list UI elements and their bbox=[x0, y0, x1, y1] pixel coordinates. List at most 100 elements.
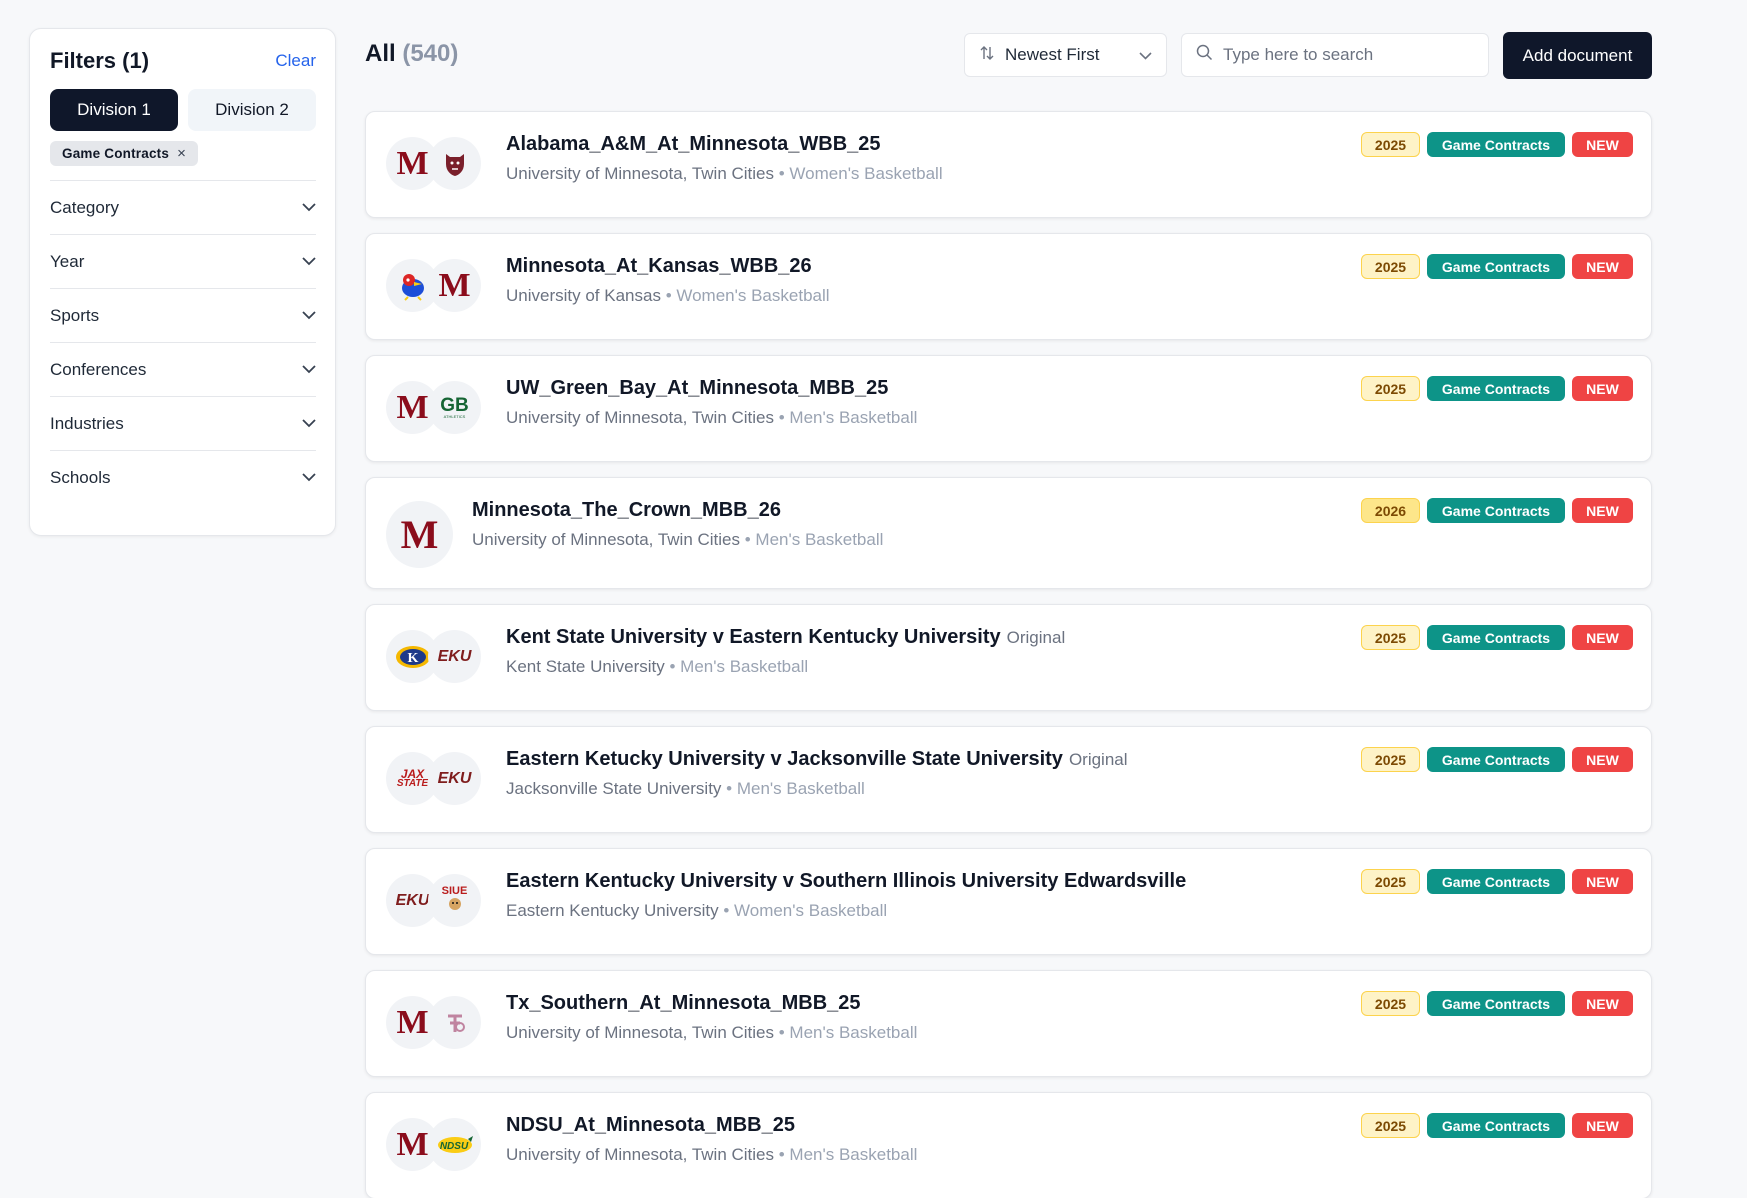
ndsu-logo: NDSU bbox=[428, 1118, 481, 1171]
minnesota-mark: M bbox=[396, 388, 429, 426]
new-badge: NEW bbox=[1572, 991, 1633, 1016]
minnesota-mark: M bbox=[396, 1125, 429, 1163]
document-title[interactable]: Minnesota_The_Crown_MBB_26 bbox=[472, 499, 883, 522]
filter-sports[interactable]: Sports bbox=[50, 288, 316, 342]
siue-text: SIUE bbox=[441, 885, 468, 897]
new-badge: NEW bbox=[1572, 869, 1633, 894]
document-card[interactable]: K EKU Kent State University v Eastern Ke… bbox=[365, 604, 1652, 711]
page-title-label: All bbox=[365, 40, 396, 67]
category-badge: Game Contracts bbox=[1427, 132, 1565, 157]
school-name: University of Kansas bbox=[506, 286, 661, 305]
minnesota-mark: M bbox=[400, 512, 439, 557]
sort-select[interactable]: Newest First bbox=[964, 33, 1167, 77]
document-info: UW_Green_Bay_At_Minnesota_MBB_25 Univers… bbox=[506, 377, 917, 428]
texas-southern-mark bbox=[447, 1014, 465, 1032]
document-title[interactable]: Eastern Ketucky University v Jacksonvill… bbox=[506, 748, 1128, 771]
year-badge: 2026 bbox=[1361, 498, 1420, 523]
eku-logo: EKU bbox=[428, 752, 481, 805]
minnesota-mark: M bbox=[396, 1003, 429, 1041]
search-input[interactable] bbox=[1223, 45, 1474, 65]
division-1-button[interactable]: Division 1 bbox=[50, 89, 178, 131]
sort-label: Newest First bbox=[1005, 45, 1100, 64]
document-card[interactable]: M Minnesota_The_Crown_MBB_26 University … bbox=[365, 477, 1652, 589]
category-badge: Game Contracts bbox=[1427, 747, 1565, 772]
chevron-down-icon bbox=[302, 257, 316, 266]
eku-logo: EKU bbox=[428, 630, 481, 683]
title-text: Kent State University v Eastern Kentucky… bbox=[506, 626, 1001, 648]
category-badge: Game Contracts bbox=[1427, 869, 1565, 894]
minnesota-logo: M bbox=[386, 501, 453, 568]
title-text: NDSU_At_Minnesota_MBB_25 bbox=[506, 1114, 795, 1136]
filters-panel: Filters (1) Clear Division 1 Division 2 … bbox=[29, 28, 336, 536]
document-card[interactable]: EKU SIUE Eastern Kentucky University v S… bbox=[365, 848, 1652, 955]
document-title[interactable]: NDSU_At_Minnesota_MBB_25 bbox=[506, 1114, 917, 1137]
document-title[interactable]: Minnesota_At_Kansas_WBB_26 bbox=[506, 255, 830, 278]
kent-letter: K bbox=[407, 651, 418, 666]
document-info: Minnesota_The_Crown_MBB_26 University of… bbox=[472, 499, 883, 550]
division-2-button[interactable]: Division 2 bbox=[188, 89, 316, 131]
document-card[interactable]: M Alabama_A&M_At_Minnesota_WBB_25 Univer… bbox=[365, 111, 1652, 218]
eku-text: EKU bbox=[437, 769, 472, 787]
title-text: Minnesota_At_Kansas_WBB_26 bbox=[506, 255, 812, 277]
filters-title: Filters (1) bbox=[50, 48, 150, 73]
new-badge: NEW bbox=[1572, 132, 1633, 157]
page-title: All (540) bbox=[365, 40, 458, 68]
add-document-button[interactable]: Add document bbox=[1503, 32, 1652, 79]
sport-name: • Men's Basketball bbox=[744, 530, 884, 549]
document-title[interactable]: UW_Green_Bay_At_Minnesota_MBB_25 bbox=[506, 377, 917, 400]
document-info: Kent State University v Eastern Kentucky… bbox=[506, 626, 1065, 677]
document-subtitle: University of Minnesota, Twin Cities • M… bbox=[506, 408, 917, 428]
document-info: Eastern Kentucky University v Southern I… bbox=[506, 870, 1186, 921]
document-badges: 2025 Game Contracts NEW bbox=[1361, 747, 1633, 772]
document-title[interactable]: Kent State University v Eastern Kentucky… bbox=[506, 626, 1065, 649]
chip-label: Game Contracts bbox=[62, 146, 170, 161]
minnesota-mark: M bbox=[396, 144, 429, 182]
team-logos: M bbox=[386, 259, 481, 315]
document-card[interactable]: JAX STATE EKU Eastern Ketucky University… bbox=[365, 726, 1652, 833]
clear-filters-link[interactable]: Clear bbox=[275, 51, 316, 71]
filter-category[interactable]: Category bbox=[50, 180, 316, 234]
cougar-icon bbox=[448, 898, 461, 910]
remove-chip-icon[interactable]: × bbox=[177, 145, 186, 162]
document-count: (540) bbox=[402, 40, 459, 67]
original-label: Original bbox=[1068, 750, 1128, 769]
document-info: Minnesota_At_Kansas_WBB_26 University of… bbox=[506, 255, 830, 306]
document-title[interactable]: Eastern Kentucky University v Southern I… bbox=[506, 870, 1186, 893]
document-card[interactable]: M Tx_Southern_At_Minnesota_MBB_25 Univer… bbox=[365, 970, 1652, 1077]
document-badges: 2025 Game Contracts NEW bbox=[1361, 869, 1633, 894]
year-badge: 2025 bbox=[1361, 132, 1420, 157]
filter-year[interactable]: Year bbox=[50, 234, 316, 288]
alabama-am-logo bbox=[428, 137, 481, 190]
document-subtitle: Kent State University • Men's Basketball bbox=[506, 657, 1065, 677]
filters-header: Filters (1) Clear bbox=[50, 48, 316, 73]
filter-schools[interactable]: Schools bbox=[50, 450, 316, 504]
filter-conferences[interactable]: Conferences bbox=[50, 342, 316, 396]
school-name: Kent State University bbox=[506, 657, 665, 676]
eku-text: EKU bbox=[437, 647, 472, 665]
document-badges: 2025 Game Contracts NEW bbox=[1361, 991, 1633, 1016]
sport-name: • Men's Basketball bbox=[778, 1145, 918, 1164]
new-badge: NEW bbox=[1572, 625, 1633, 650]
siue-logo: SIUE bbox=[428, 874, 481, 927]
school-name: University of Minnesota, Twin Cities bbox=[506, 408, 775, 427]
document-title[interactable]: Tx_Southern_At_Minnesota_MBB_25 bbox=[506, 992, 917, 1015]
search-icon bbox=[1196, 44, 1213, 66]
sport-name: • Women's Basketball bbox=[665, 286, 830, 305]
school-name: University of Minnesota, Twin Cities bbox=[472, 530, 741, 549]
document-subtitle: University of Minnesota, Twin Cities • M… bbox=[472, 530, 883, 550]
filter-label: Year bbox=[50, 251, 85, 271]
new-badge: NEW bbox=[1572, 1113, 1633, 1138]
search-box bbox=[1181, 33, 1489, 77]
document-card[interactable]: M GB ATHLETICS UW_Green_Bay_At_Minnesota… bbox=[365, 355, 1652, 462]
document-card[interactable]: M NDSU NDSU_At_Minnesota_MBB_25 Universi… bbox=[365, 1092, 1652, 1198]
division-toggle: Division 1 Division 2 bbox=[50, 89, 316, 131]
title-text: Alabama_A&M_At_Minnesota_WBB_25 bbox=[506, 133, 881, 155]
filter-industries[interactable]: Industries bbox=[50, 396, 316, 450]
year-badge: 2025 bbox=[1361, 747, 1420, 772]
state-text: STATE bbox=[396, 778, 429, 790]
sport-name: • Women's Basketball bbox=[778, 164, 943, 183]
document-title[interactable]: Alabama_A&M_At_Minnesota_WBB_25 bbox=[506, 133, 943, 156]
sport-name: • Men's Basketball bbox=[778, 408, 918, 427]
filter-label: Industries bbox=[50, 413, 124, 433]
document-card[interactable]: M Minnesota_At_Kansas_WBB_26 University … bbox=[365, 233, 1652, 340]
